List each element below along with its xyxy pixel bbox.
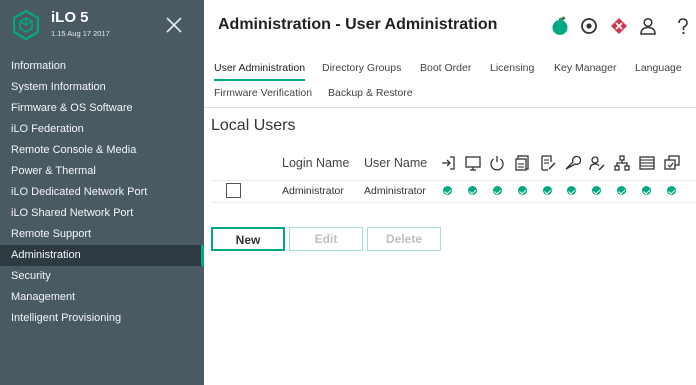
tab-boot-order[interactable]: Boot Order <box>420 62 471 74</box>
virtual-media-icon <box>515 155 529 171</box>
host-nic-icon <box>614 155 630 171</box>
health-alert-icon[interactable] <box>608 15 630 37</box>
check-icon <box>642 186 651 195</box>
new-user-button[interactable]: New <box>211 227 285 251</box>
recovery-set-icon <box>664 155 680 170</box>
page-title: Administration - User Administration <box>218 16 498 33</box>
power-status-icon[interactable] <box>549 15 571 37</box>
sidebar-item-dedicated-network-port[interactable]: iLO Dedicated Network Port <box>0 182 204 203</box>
sidebar-item-intelligent-provisioning[interactable]: Intelligent Provisioning <box>0 308 204 329</box>
host-bios-icon <box>541 155 556 171</box>
help-icon[interactable] <box>672 15 694 37</box>
sidebar-item-ilo-federation[interactable]: iLO Federation <box>0 119 204 140</box>
check-icon <box>567 186 576 195</box>
column-header-user-name[interactable]: User Name <box>364 156 427 170</box>
delete-user-button[interactable]: Delete <box>367 227 441 251</box>
column-header-login-name[interactable]: Login Name <box>282 156 349 170</box>
sidebar-item-shared-network-port[interactable]: iLO Shared Network Port <box>0 203 204 224</box>
sidebar-item-power-thermal[interactable]: Power & Thermal <box>0 161 204 182</box>
user-name-cell: Administrator <box>364 185 426 197</box>
tab-backup-restore[interactable]: Backup & Restore <box>328 87 413 99</box>
check-icon <box>493 186 502 195</box>
login-name-cell: Administrator <box>282 185 344 197</box>
tab-firmware-verification[interactable]: Firmware Verification <box>214 87 312 99</box>
sidebar-nav: Information System Information Firmware … <box>0 56 204 329</box>
configure-ilo-icon <box>565 155 581 170</box>
sidebar-item-management[interactable]: Management <box>0 287 204 308</box>
target-icon[interactable] <box>578 15 600 37</box>
login-privilege-icon <box>442 156 455 170</box>
administer-users-icon <box>589 156 605 171</box>
tab-language[interactable]: Language <box>635 62 682 74</box>
brand-title: iLO 5 <box>51 9 89 26</box>
check-icon <box>592 186 601 195</box>
row-select-checkbox[interactable] <box>226 183 241 198</box>
check-icon <box>518 186 527 195</box>
sidebar-item-administration[interactable]: Administration <box>0 245 204 266</box>
table-row-divider <box>211 202 696 203</box>
firmware-version: 1.15 Aug 17 2017 <box>51 29 110 38</box>
check-icon <box>617 186 626 195</box>
sidebar-item-security[interactable]: Security <box>0 266 204 287</box>
brand-header: iLO 5 1.15 Aug 17 2017 <box>0 0 204 52</box>
sidebar-item-remote-console-media[interactable]: Remote Console & Media <box>0 140 204 161</box>
user-icon[interactable] <box>637 15 659 37</box>
remote-console-icon <box>465 156 481 171</box>
sidebar-item-remote-support[interactable]: Remote Support <box>0 224 204 245</box>
tab-key-manager[interactable]: Key Manager <box>554 62 616 74</box>
check-icon <box>667 186 676 195</box>
virtual-power-icon <box>490 156 504 171</box>
sidebar-item-information[interactable]: Information <box>0 56 204 77</box>
tab-licensing[interactable]: Licensing <box>490 62 534 74</box>
edit-user-button[interactable]: Edit <box>289 227 363 251</box>
sidebar-item-firmware-os-software[interactable]: Firmware & OS Software <box>0 98 204 119</box>
close-icon[interactable] <box>162 13 186 37</box>
sidebar-item-system-information[interactable]: System Information <box>0 77 204 98</box>
tab-user-administration[interactable]: User Administration <box>214 62 306 81</box>
check-icon <box>543 186 552 195</box>
check-icon <box>443 186 452 195</box>
table-row-divider <box>211 180 696 181</box>
sidebar: iLO 5 1.15 Aug 17 2017 Information Syste… <box>0 0 204 385</box>
host-storage-icon <box>639 156 655 170</box>
section-title: Local Users <box>211 117 296 134</box>
check-icon <box>468 186 477 195</box>
page-header: Administration - User Administration <box>204 0 696 52</box>
tab-directory-groups[interactable]: Directory Groups <box>322 62 401 74</box>
ilo-logo-icon <box>13 10 39 40</box>
tab-bar: User Administration Directory Groups Boo… <box>204 56 696 108</box>
